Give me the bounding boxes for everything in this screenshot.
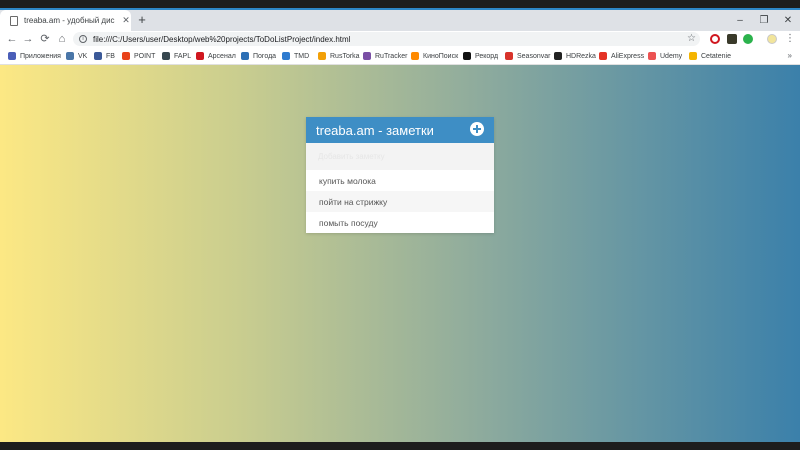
bookmark-favicon-icon [282, 52, 290, 60]
top-letterbox [0, 0, 800, 8]
bottom-letterbox [0, 442, 800, 450]
bookmark-item[interactable]: VK [66, 47, 87, 65]
bookmark-label: AliExpress [611, 52, 645, 60]
list-item[interactable]: купить молока [306, 170, 494, 191]
bookmark-label: Приложения [20, 52, 61, 60]
bookmark-favicon-icon [318, 52, 326, 60]
page-title: treaba.am - заметки [316, 122, 434, 138]
info-icon[interactable]: i [79, 35, 87, 43]
bookmark-favicon-icon [463, 52, 471, 60]
bookmark-item[interactable]: КиноПоиск [411, 47, 458, 65]
bookmark-label: FAPL [174, 52, 192, 60]
active-tab[interactable]: treaba.am - удобный диспетчер ✕ [0, 10, 131, 31]
tab-title: treaba.am - удобный диспетчер [24, 16, 115, 25]
bookmark-item[interactable]: FB [94, 47, 115, 65]
bookmark-favicon-icon [122, 52, 130, 60]
forward-icon[interactable]: → [21, 32, 35, 46]
bookmark-favicon-icon [599, 52, 607, 60]
bookmark-item[interactable]: FAPL [162, 47, 191, 65]
bookmark-label: VK [78, 52, 88, 60]
bookmark-label: TMD [294, 52, 310, 60]
bookmark-favicon-icon [196, 52, 204, 60]
bookmark-item[interactable]: RusTorka [318, 47, 360, 65]
home-icon[interactable]: ⌂ [55, 32, 69, 46]
bookmark-label: Udemy [660, 52, 683, 60]
bookmark-favicon-icon [648, 52, 656, 60]
bookmark-item[interactable]: Погода [241, 47, 276, 65]
check-extension-icon[interactable] [743, 34, 753, 44]
bookmark-label: POINT [134, 52, 156, 60]
extension-icon[interactable] [727, 34, 737, 44]
bookmark-label: RusTorka [330, 52, 360, 60]
bookmark-favicon-icon [505, 52, 513, 60]
page-icon [10, 15, 18, 26]
close-tab-icon[interactable]: ✕ [121, 15, 131, 26]
list-item[interactable]: помыть посуду [306, 212, 494, 233]
bookmark-favicon-icon [162, 52, 170, 60]
menu-icon[interactable]: ⋮ [785, 31, 795, 47]
add-note-icon[interactable] [470, 122, 484, 136]
bookmark-favicon-icon [8, 52, 16, 60]
bookmark-label: КиноПоиск [423, 52, 459, 60]
bookmark-item[interactable]: Арсенал [196, 47, 236, 65]
bookmark-label: Арсенал [208, 52, 236, 60]
bookmark-item[interactable]: Рекорд [463, 47, 498, 65]
bookmark-item[interactable]: Seasonvar [505, 47, 550, 65]
bookmark-label: Погода [253, 52, 277, 60]
bookmark-label: FB [106, 52, 115, 60]
list-item[interactable]: пойти на стрижку [306, 191, 494, 212]
page-background: treaba.am - заметки купить молока пойти … [0, 65, 800, 442]
bookmark-label: Рекорд [475, 52, 499, 60]
maximize-button[interactable]: ❐ [751, 10, 777, 31]
bookmarks-more-icon[interactable]: » [788, 47, 792, 65]
bookmark-item[interactable]: RuTracker [363, 47, 407, 65]
bookmark-item[interactable]: Udemy [648, 47, 682, 65]
bookmark-item[interactable]: HDRezka [554, 47, 596, 65]
address-url[interactable]: file:///C:/Users/user/Desktop/web%20proj… [93, 35, 350, 44]
bookmark-favicon-icon [554, 52, 562, 60]
bookmark-item[interactable]: POINT [122, 47, 155, 65]
bookmark-item[interactable]: Приложения [8, 47, 61, 65]
bookmark-favicon-icon [689, 52, 697, 60]
reload-icon[interactable]: ⟳ [38, 32, 52, 46]
bookmark-favicon-icon [241, 52, 249, 60]
todo-card: treaba.am - заметки купить молока пойти … [306, 117, 494, 233]
address-bar[interactable]: i file:///C:/Users/user/Desktop/web%20pr… [73, 32, 700, 46]
bookmark-item[interactable]: Cetatenie [689, 47, 731, 65]
bookmark-label: Cetatenie [701, 52, 731, 60]
add-note-input[interactable] [306, 143, 494, 170]
close-window-button[interactable]: ✕ [775, 10, 800, 31]
tab-bar: treaba.am - удобный диспетчер ✕ + – ❐ ✕ [0, 10, 800, 31]
bookmark-favicon-icon [363, 52, 371, 60]
back-icon[interactable]: ← [5, 32, 19, 46]
bookmark-star-icon[interactable]: ☆ [687, 32, 696, 46]
bookmark-label: RuTracker [375, 52, 408, 60]
minimize-button[interactable]: – [727, 10, 753, 31]
avatar[interactable] [767, 34, 777, 44]
bookmarks-bar: » Приложения VK FB POINT FAPL Арсенал Погода TM… [0, 47, 800, 65]
bookmark-label: Seasonvar [517, 52, 551, 60]
opera-extension-icon[interactable] [710, 34, 720, 44]
browser-toolbar: ← → ⟳ ⌂ i file:///C:/Users/user/Desktop/… [0, 31, 800, 47]
todo-header: treaba.am - заметки [306, 117, 494, 143]
bookmark-label: HDRezka [566, 52, 596, 60]
bookmark-item[interactable]: TMD [282, 47, 309, 65]
bookmark-favicon-icon [66, 52, 74, 60]
bookmark-favicon-icon [411, 52, 419, 60]
bookmark-favicon-icon [94, 52, 102, 60]
bookmark-item[interactable]: AliExpress [599, 47, 644, 65]
new-tab-button[interactable]: + [135, 12, 149, 28]
